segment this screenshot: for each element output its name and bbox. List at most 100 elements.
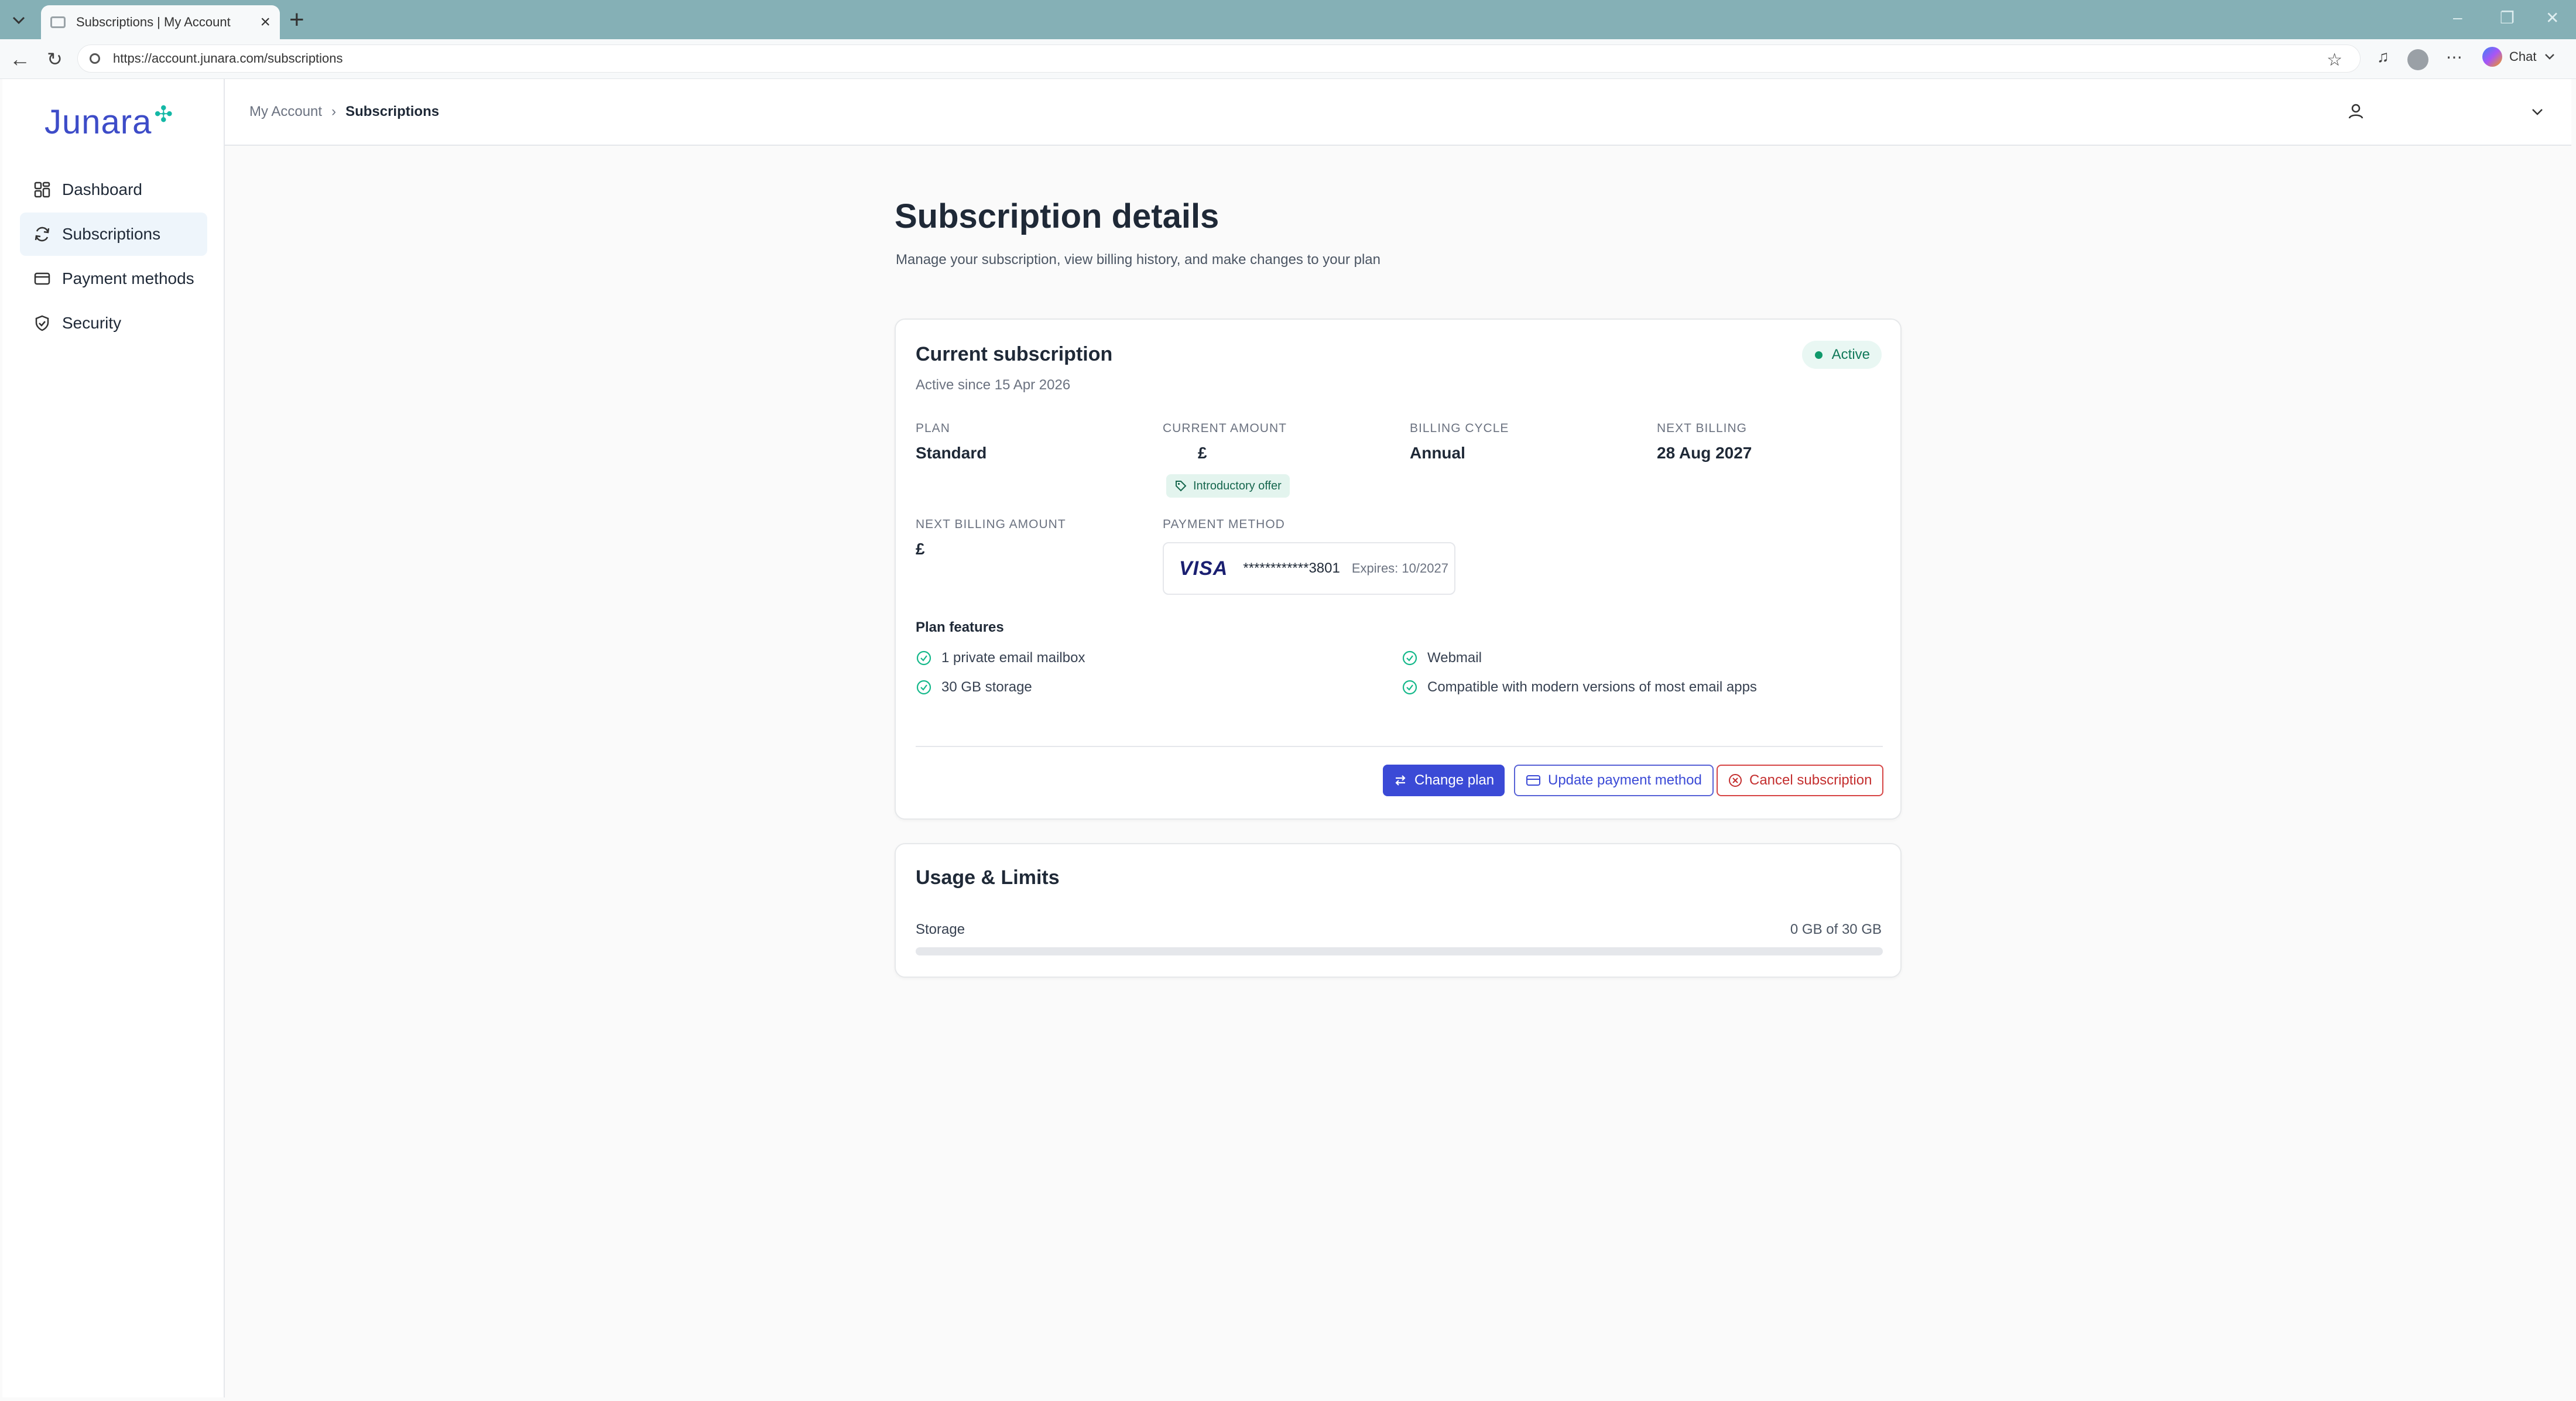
status-label: Active <box>1831 347 1870 362</box>
refresh-icon <box>33 225 52 244</box>
billing-cycle-value: Annual <box>1410 444 1465 462</box>
usage-limits-card: Usage & Limits Storage 0 GB of 30 GB <box>895 843 1902 978</box>
dashboard-icon <box>33 180 52 199</box>
feature-label: Webmail <box>1427 650 1482 666</box>
url-text: https://account.junara.com/subscriptions <box>113 51 343 66</box>
plan-features-title: Plan features <box>916 619 1004 635</box>
plan-label: PLAN <box>916 422 950 435</box>
next-billing-value: 28 Aug 2027 <box>1657 444 1752 462</box>
active-since: Active since 15 Apr 2026 <box>916 377 1071 393</box>
check-circle-icon <box>1402 650 1417 666</box>
top-bar: My Account › Subscriptions <box>225 79 2571 146</box>
new-tab-button[interactable]: + <box>289 7 304 33</box>
extensions-icon[interactable]: ♫ <box>2377 47 2389 66</box>
card-title: Current subscription <box>916 343 1113 365</box>
card-number: ************3801 <box>1243 560 1340 576</box>
visa-logo: VISA <box>1179 557 1228 580</box>
feature-item: Webmail <box>1402 650 1482 666</box>
payment-method-label: PAYMENT METHOD <box>1163 518 1285 531</box>
tab-title: Subscriptions | My Account <box>76 15 231 29</box>
restore-icon[interactable]: ❐ <box>2500 8 2515 28</box>
chat-button[interactable]: Chat <box>2482 47 2555 67</box>
breadcrumb-current: Subscriptions <box>345 104 440 119</box>
credit-card-icon <box>1526 775 1540 786</box>
page-title: Subscription details <box>895 197 1220 235</box>
introductory-offer-badge: Introductory offer <box>1166 474 1290 498</box>
chevron-down-icon <box>12 16 25 25</box>
card-expiry: Expires: 10/2027 <box>1351 561 1448 576</box>
current-subscription-card: Current subscription Active since 15 Apr… <box>895 318 1902 820</box>
storage-label: Storage <box>916 922 965 937</box>
cancel-subscription-button[interactable]: Cancel subscription <box>1717 765 1884 796</box>
more-menu-icon[interactable]: ⋯ <box>2446 47 2462 67</box>
chevron-down-icon <box>2545 54 2555 60</box>
next-billing-amount-value: £ <box>916 540 925 558</box>
status-badge: Active <box>1801 341 1882 369</box>
feature-item: Compatible with modern versions of most … <box>1402 679 1757 696</box>
current-amount-value: £ <box>1198 444 1207 462</box>
feature-item: 30 GB storage <box>916 679 1032 696</box>
divider <box>916 746 1883 747</box>
card-title: Usage & Limits <box>916 866 1060 889</box>
change-plan-label: Change plan <box>1414 772 1495 788</box>
storage-progress-bar <box>916 947 1883 955</box>
feature-label: Compatible with modern versions of most … <box>1427 679 1757 695</box>
address-bar[interactable]: https://account.junara.com/subscriptions… <box>77 44 2361 73</box>
next-billing-label: NEXT BILLING <box>1657 422 1747 435</box>
cancel-circle-icon <box>1729 774 1742 787</box>
chevron-right-icon: › <box>331 104 337 119</box>
status-dot <box>1814 351 1823 359</box>
bookmark-star-icon[interactable]: ☆ <box>2327 50 2342 70</box>
user-icon[interactable] <box>2344 100 2368 124</box>
site-info-icon[interactable] <box>90 53 100 64</box>
tab-list-button[interactable] <box>5 7 33 34</box>
sidebar-item-dashboard[interactable]: Dashboard <box>20 168 207 211</box>
sidebar-item-label: Security <box>62 314 122 332</box>
brand-name: Junara <box>44 103 152 141</box>
browser-tab[interactable]: Subscriptions | My Account × <box>41 5 280 39</box>
chat-label: Chat <box>2509 49 2537 64</box>
sidebar-item-payment-methods[interactable]: Payment methods <box>20 257 207 300</box>
feature-item: 1 private email mailbox <box>916 650 1085 666</box>
plan-value: Standard <box>916 444 987 462</box>
credit-card-icon <box>33 269 52 288</box>
breadcrumb-root[interactable]: My Account <box>249 104 322 120</box>
sidebar-item-subscriptions[interactable]: Subscriptions <box>20 213 207 256</box>
reload-icon[interactable]: ↻ <box>47 47 63 71</box>
update-payment-method-button[interactable]: Update payment method <box>1514 765 1714 796</box>
billing-cycle-label: BILLING CYCLE <box>1410 422 1509 435</box>
check-circle-icon <box>1402 680 1417 695</box>
back-icon[interactable]: ← <box>9 47 30 71</box>
close-tab-icon[interactable]: × <box>260 13 270 31</box>
next-billing-amount-label: NEXT BILLING AMOUNT <box>916 518 1066 531</box>
sidebar-item-label: Payment methods <box>62 269 194 287</box>
browser-toolbar: ← ↻ https://account.junara.com/subscript… <box>0 39 2576 79</box>
change-plan-button[interactable]: Change plan <box>1383 765 1505 796</box>
close-window-icon[interactable]: ✕ <box>2546 8 2559 28</box>
profile-avatar[interactable] <box>2407 49 2428 70</box>
minimize-icon[interactable]: – <box>2453 8 2462 27</box>
swap-icon <box>1395 775 1406 786</box>
cancel-subscription-label: Cancel subscription <box>1749 772 1872 788</box>
payment-method-card: VISA ************3801 Expires: 10/2027 <box>1163 542 1455 595</box>
feature-label: 30 GB storage <box>941 679 1032 695</box>
brand-logo[interactable]: Junara ✣ <box>44 102 173 142</box>
sidebar-item-label: Dashboard <box>62 180 142 198</box>
feature-label: 1 private email mailbox <box>941 650 1085 666</box>
sidebar-item-security[interactable]: Security <box>20 302 207 345</box>
current-amount-label: CURRENT AMOUNT <box>1163 422 1287 435</box>
update-payment-label: Update payment method <box>1548 772 1702 788</box>
user-menu-chevron-icon[interactable] <box>2526 100 2549 124</box>
storage-value: 0 GB of 30 GB <box>1790 922 1882 937</box>
check-circle-icon <box>916 650 931 666</box>
offer-label: Introductory offer <box>1193 479 1282 492</box>
check-circle-icon <box>916 680 931 695</box>
breadcrumb: My Account › Subscriptions <box>249 104 439 120</box>
tag-icon <box>1176 481 1187 492</box>
mail-icon <box>50 16 66 28</box>
browser-tab-bar: Subscriptions | My Account × + – ❐ ✕ <box>0 0 2576 39</box>
sidebar: Junara ✣ Dashboard Subscriptions Payment… <box>2 79 225 1397</box>
sidebar-item-label: Subscriptions <box>62 225 161 243</box>
logo-mark-icon: ✣ <box>154 102 174 127</box>
page-subtitle: Manage your subscription, view billing h… <box>896 252 1381 268</box>
